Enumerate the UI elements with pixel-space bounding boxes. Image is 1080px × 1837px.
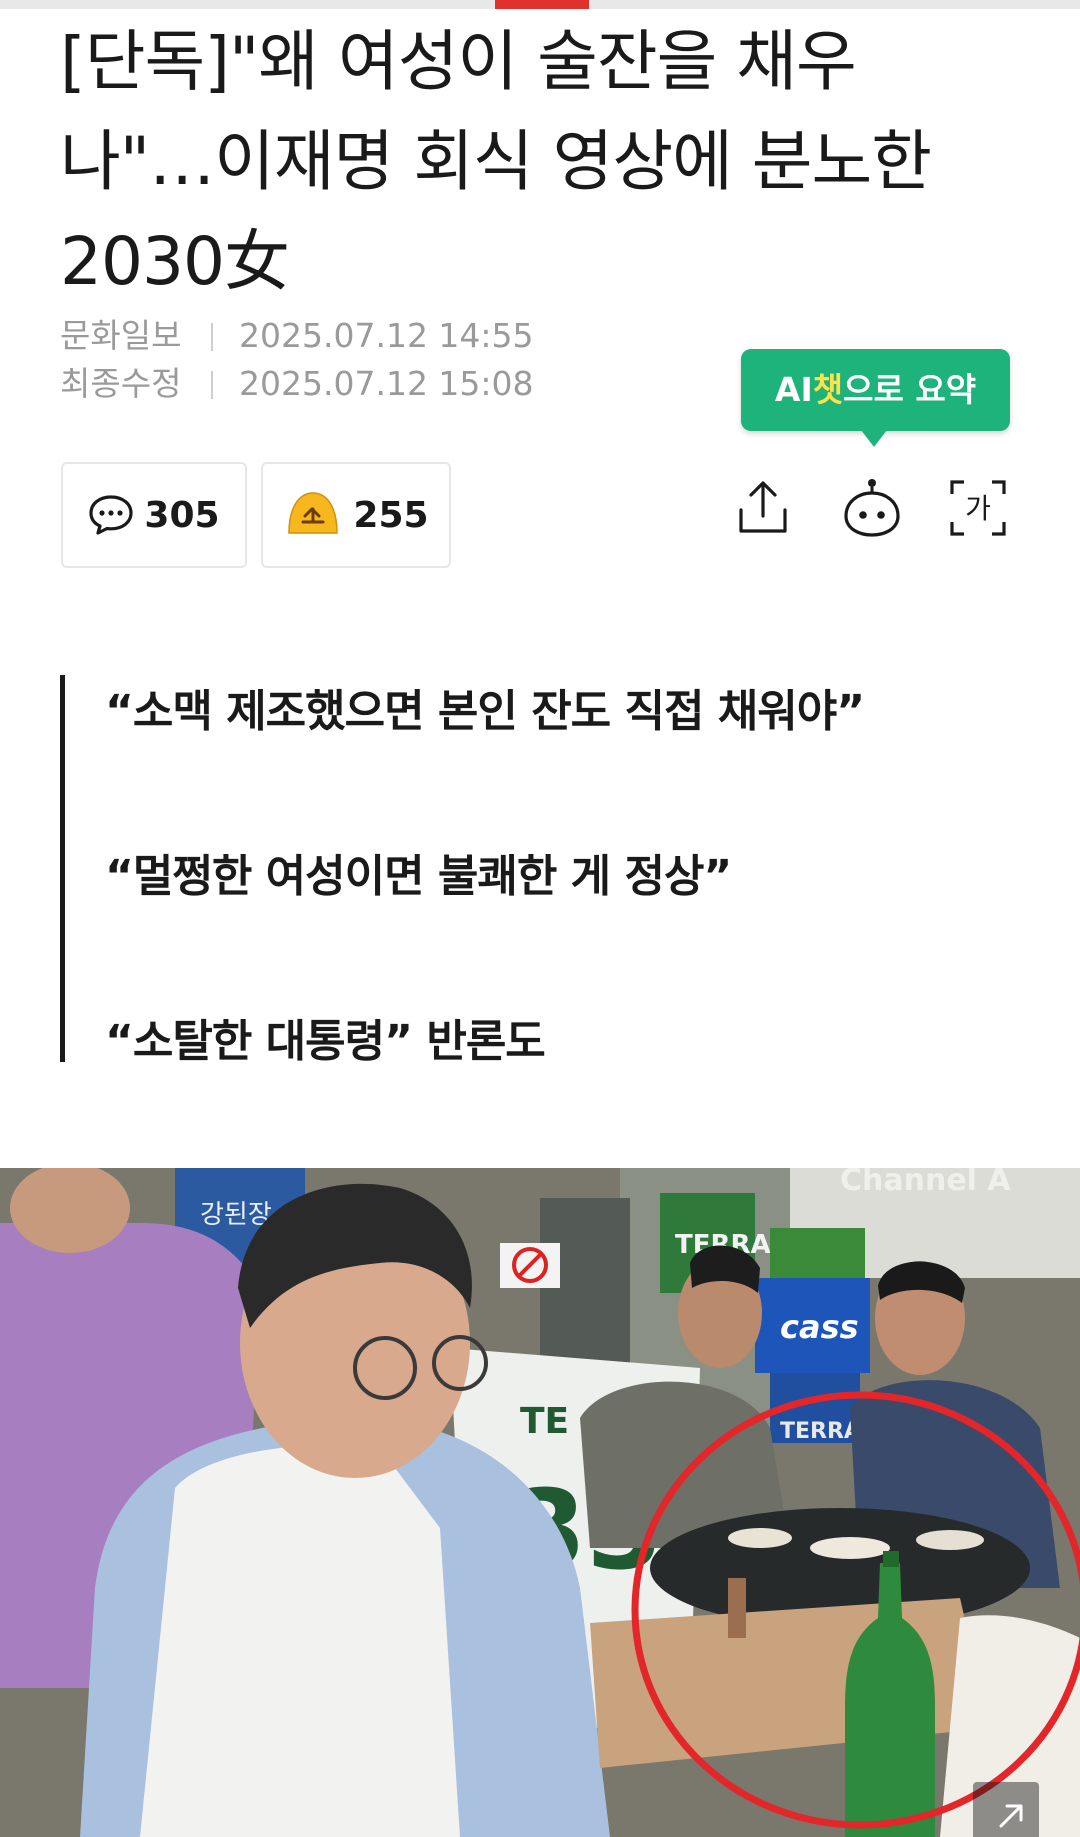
- crate-brand-3: TERRA: [780, 1419, 861, 1444]
- reaction-count-button[interactable]: 255: [261, 462, 451, 568]
- quote-1: “소맥 제조했으면 본인 잔도 직접 채워야”: [105, 686, 865, 737]
- ai-summary-pointer: [861, 430, 887, 447]
- share-button[interactable]: [731, 476, 795, 540]
- ai-summary-button[interactable]: AI챗으로 요약: [741, 349, 1010, 431]
- quote-3: “소탈한 대통령” 반론도: [105, 1016, 546, 1067]
- headline-line-1: [단독]"왜 여성이 술잔을 채우: [60, 23, 857, 100]
- reading-progress-accent: [495, 0, 589, 9]
- comment-count: 305: [144, 494, 220, 536]
- ai-summary-label-suffix: 으로 요약: [843, 370, 977, 409]
- modified-label: 최종수정: [60, 364, 182, 403]
- modified-info: 최종수정 2025.07.12 15:08: [60, 360, 534, 408]
- font-size-button[interactable]: 가: [946, 476, 1010, 540]
- modified-datetime: 2025.07.12 15:08: [239, 364, 534, 403]
- ai-bot-button[interactable]: [840, 476, 904, 540]
- article-photo[interactable]: 강된장 Channel A TERRA cass TERRA TE 33: [0, 1168, 1080, 1837]
- subheadline-quotes: “소맥 제조했으면 본인 잔도 직접 채워야” “멀쩡한 여성이면 불쾌한 게 …: [60, 675, 1020, 1067]
- expand-icon: [999, 1804, 1023, 1828]
- crate-brand-2: cass: [780, 1308, 859, 1346]
- published-datetime: 2025.07.12 14:55: [239, 316, 534, 355]
- ai-bot-icon: [844, 479, 900, 537]
- comment-count-button[interactable]: 305: [61, 462, 247, 568]
- article-headline: [단독]"왜 여성이 술잔을 채우 나"…이재명 회식 영상에 분노한 2030…: [60, 12, 1020, 312]
- font-size-glyph: 가: [965, 492, 991, 525]
- publisher-name[interactable]: 문화일보: [60, 312, 185, 360]
- headline-line-3: 2030女: [60, 223, 290, 300]
- publish-info: 문화일보 2025.07.12 14:55: [60, 312, 534, 360]
- reaction-face-icon: [288, 492, 339, 534]
- quote-2: “멀쩡한 여성이면 불쾌한 게 정상”: [105, 851, 732, 902]
- share-icon: [739, 481, 787, 533]
- meta-divider: [211, 323, 213, 351]
- wall-sign-text: 강된장: [200, 1200, 272, 1230]
- broadcaster-watermark: Channel A: [840, 1168, 1011, 1198]
- meta-divider: [211, 371, 213, 399]
- font-size-icon: 가: [950, 480, 1006, 536]
- ai-summary-label-highlight: 챗: [812, 370, 844, 409]
- headline-line-2: 나"…이재명 회식 영상에 분노한: [60, 123, 932, 200]
- comment-icon: [89, 495, 134, 535]
- jersey-letters: TE: [520, 1401, 569, 1442]
- white-apron: [140, 1445, 460, 1837]
- ai-summary-label-prefix: AI: [774, 370, 813, 409]
- reaction-count: 255: [353, 494, 429, 536]
- photo-expand-button[interactable]: [973, 1782, 1039, 1837]
